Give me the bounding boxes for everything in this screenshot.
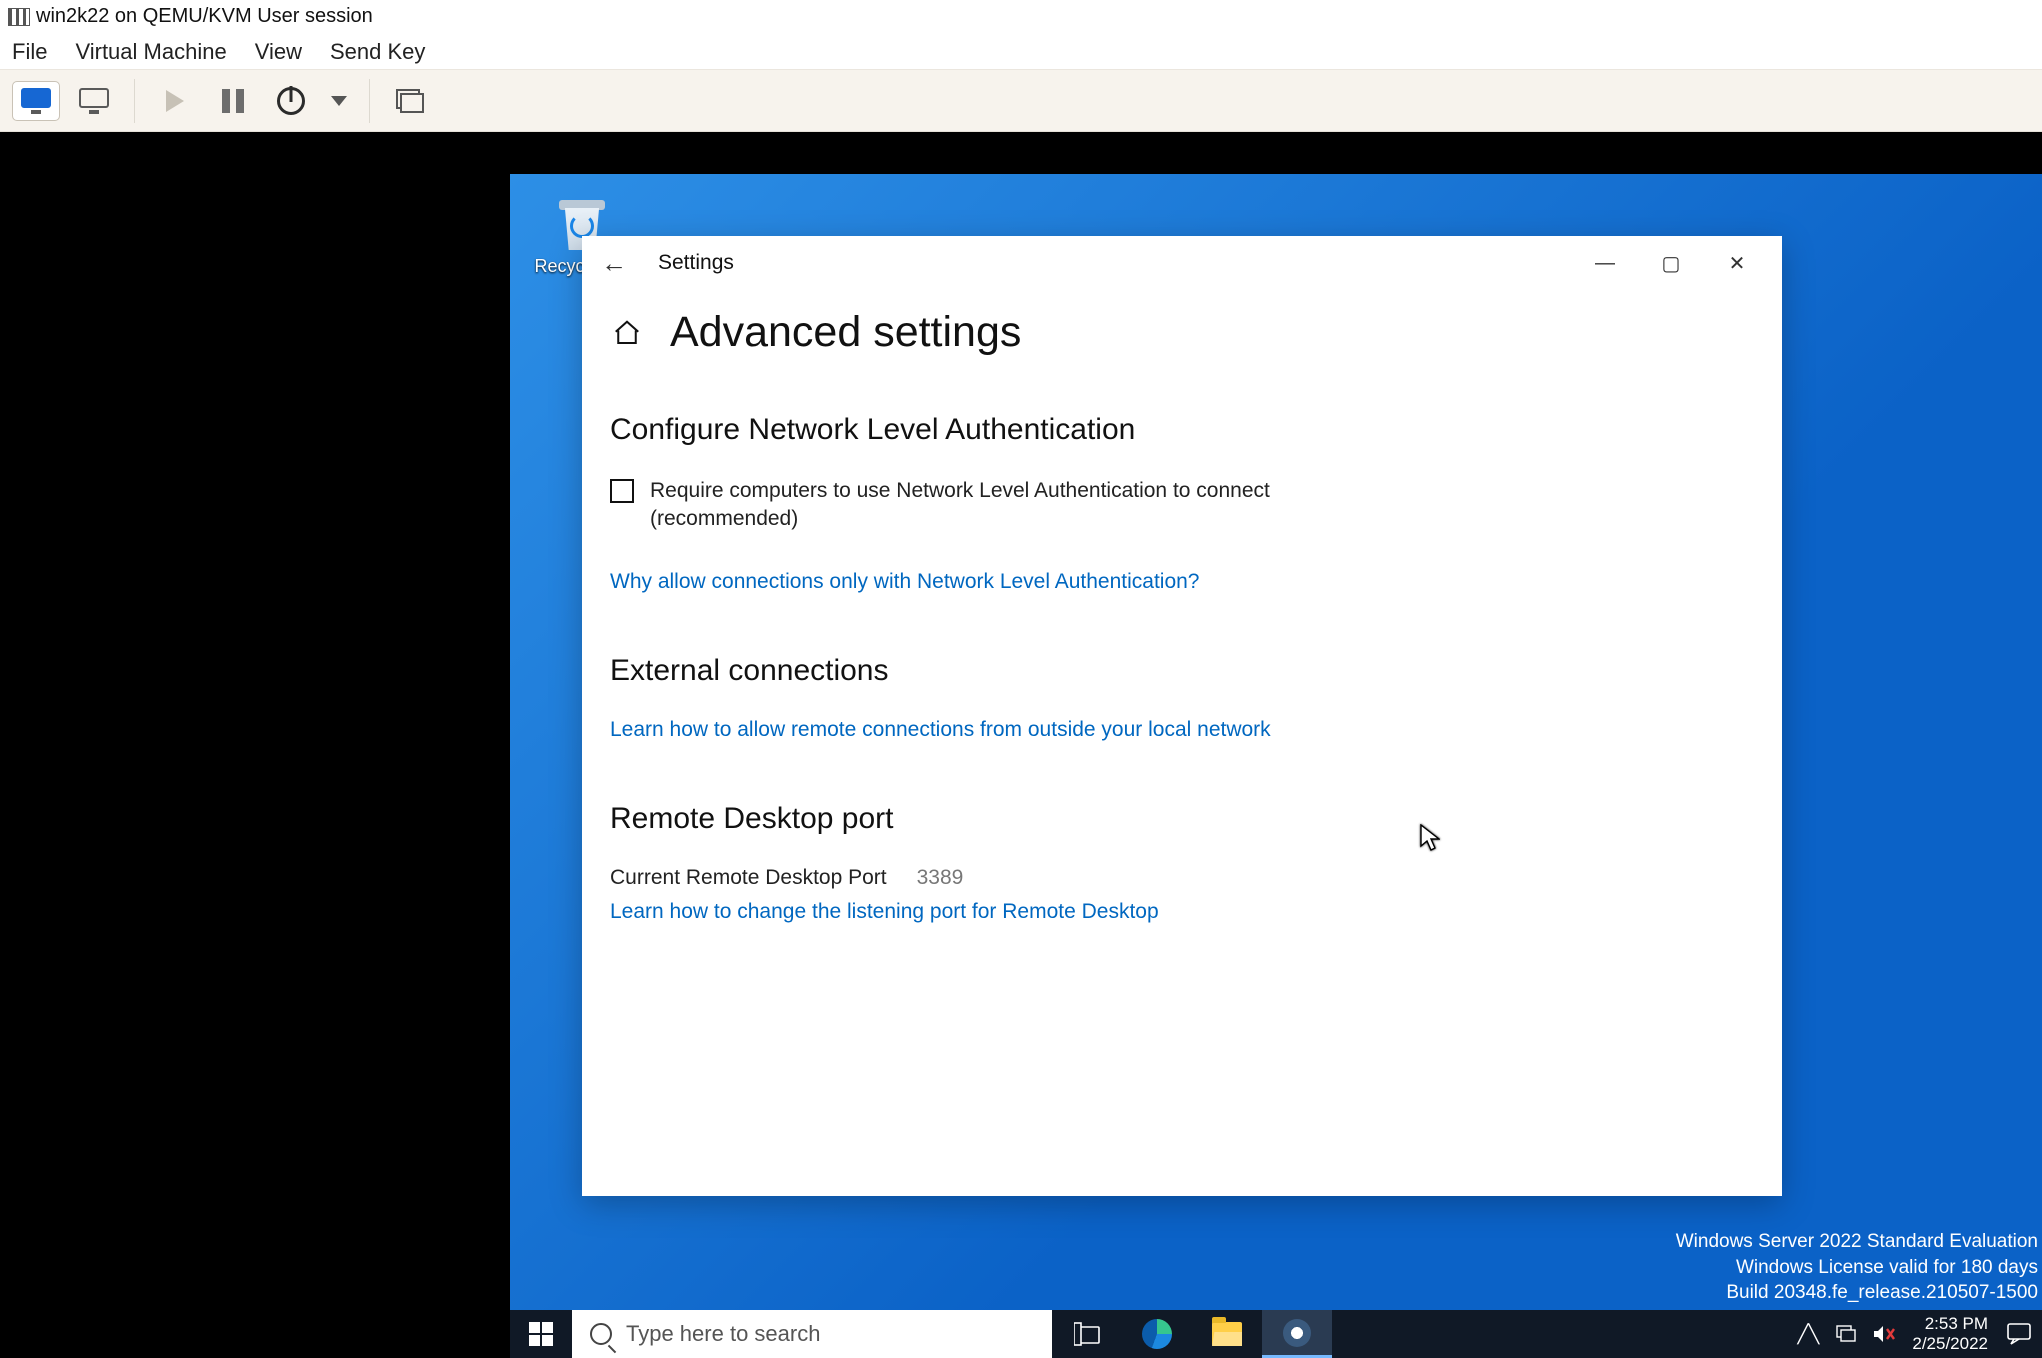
port-row: Current Remote Desktop Port 3389 — [610, 866, 1754, 890]
fullscreen-button[interactable] — [386, 81, 434, 121]
power-icon — [277, 87, 305, 115]
taskbar-clock[interactable]: 2:53 PM 2/25/2022 — [1904, 1310, 1996, 1358]
watermark-line: Windows License valid for 180 days — [1676, 1255, 2038, 1281]
virt-manager-titlebar: win2k22 on QEMU/KVM User session — [0, 0, 2042, 34]
notification-icon — [2006, 1322, 2032, 1346]
port-help-link[interactable]: Learn how to change the listening port f… — [610, 900, 1159, 924]
edge-icon — [1142, 1319, 1172, 1349]
taskbar-search[interactable]: Type here to search — [572, 1310, 1052, 1358]
nla-checkbox-row[interactable]: Require computers to use Network Level A… — [610, 477, 1310, 534]
console-view-button[interactable] — [12, 81, 60, 121]
section-heading-nla: Configure Network Level Authentication — [610, 413, 1754, 447]
virt-manager-logo-icon — [8, 8, 30, 26]
taskbar-pin-settings[interactable] — [1262, 1310, 1332, 1358]
search-icon — [590, 1323, 612, 1345]
page-title: Advanced settings — [670, 308, 1021, 357]
pause-button[interactable] — [209, 81, 257, 121]
search-placeholder: Type here to search — [626, 1321, 820, 1347]
taskbar: Type here to search ╱╲ 2:53 PM 2/25/202 — [510, 1310, 2042, 1358]
home-icon[interactable] — [610, 316, 644, 350]
nla-checkbox-label: Require computers to use Network Level A… — [650, 477, 1310, 534]
menu-view[interactable]: View — [255, 39, 302, 65]
toolbar-separator — [369, 79, 370, 123]
windows-watermark: Windows Server 2022 Standard Evaluation … — [1676, 1229, 2038, 1306]
shutdown-button[interactable] — [267, 81, 315, 121]
fullscreen-icon — [396, 89, 424, 113]
section-heading-port: Remote Desktop port — [610, 802, 1754, 836]
gear-icon — [1283, 1319, 1311, 1347]
settings-window-title: Settings — [658, 251, 734, 275]
menu-virtual-machine[interactable]: Virtual Machine — [75, 39, 226, 65]
volume-muted-icon[interactable] — [1872, 1323, 1896, 1345]
tray-overflow-icon[interactable]: ╱╲ — [1796, 1323, 1820, 1345]
section-heading-external: External connections — [610, 654, 1754, 688]
run-button[interactable] — [151, 81, 199, 121]
external-help-link[interactable]: Learn how to allow remote connections fr… — [610, 718, 1271, 742]
port-label: Current Remote Desktop Port — [610, 866, 887, 890]
task-view-icon — [1074, 1321, 1100, 1347]
network-icon[interactable] — [1834, 1323, 1858, 1345]
watermark-line: Windows Server 2022 Standard Evaluation — [1676, 1229, 2038, 1255]
settings-titlebar[interactable]: ← Settings — ▢ ✕ — [582, 236, 1782, 290]
close-button[interactable]: ✕ — [1704, 240, 1770, 286]
task-view-button[interactable] — [1052, 1310, 1122, 1358]
back-button[interactable]: ← — [594, 248, 634, 279]
toolbar-separator — [134, 79, 135, 123]
watermark-line: Build 20348.fe_release.210507-1500 — [1676, 1280, 2038, 1306]
action-center-button[interactable] — [1996, 1310, 2042, 1358]
port-value: 3389 — [917, 866, 964, 890]
minimize-button[interactable]: — — [1572, 240, 1638, 286]
taskbar-pin-edge[interactable] — [1122, 1310, 1192, 1358]
nla-help-link[interactable]: Why allow connections only with Network … — [610, 570, 1199, 594]
vm-viewport: Recycle Bin ← Settings — ▢ ✕ Advanced se… — [0, 132, 2042, 1358]
taskbar-pin-explorer[interactable] — [1192, 1310, 1262, 1358]
clock-time: 2:53 PM — [1912, 1314, 1988, 1334]
clock-date: 2/25/2022 — [1912, 1334, 1988, 1354]
virt-manager-toolbar — [0, 70, 2042, 132]
play-icon — [166, 90, 184, 112]
monitor-icon — [21, 88, 51, 114]
guest-desktop[interactable]: Recycle Bin ← Settings — ▢ ✕ Advanced se… — [510, 174, 2042, 1358]
pause-icon — [222, 89, 244, 113]
settings-window: ← Settings — ▢ ✕ Advanced settings Confi… — [582, 236, 1782, 1196]
checkbox-icon[interactable] — [610, 479, 634, 503]
maximize-button[interactable]: ▢ — [1638, 240, 1704, 286]
settings-body: Advanced settings Configure Network Leve… — [582, 290, 1782, 1196]
monitor-icon — [79, 88, 109, 114]
system-tray[interactable]: ╱╲ — [1788, 1310, 1904, 1358]
virt-manager-menubar: File Virtual Machine View Send Key — [0, 34, 2042, 70]
menu-send-key[interactable]: Send Key — [330, 39, 425, 65]
shutdown-menu-button[interactable] — [325, 81, 353, 121]
file-explorer-icon — [1212, 1322, 1242, 1346]
vm-title: win2k22 on QEMU/KVM User session — [36, 5, 373, 28]
start-button[interactable] — [510, 1310, 572, 1358]
windows-logo-icon — [529, 1322, 553, 1346]
chevron-down-icon — [331, 96, 347, 106]
menu-file[interactable]: File — [12, 39, 47, 65]
details-view-button[interactable] — [70, 81, 118, 121]
